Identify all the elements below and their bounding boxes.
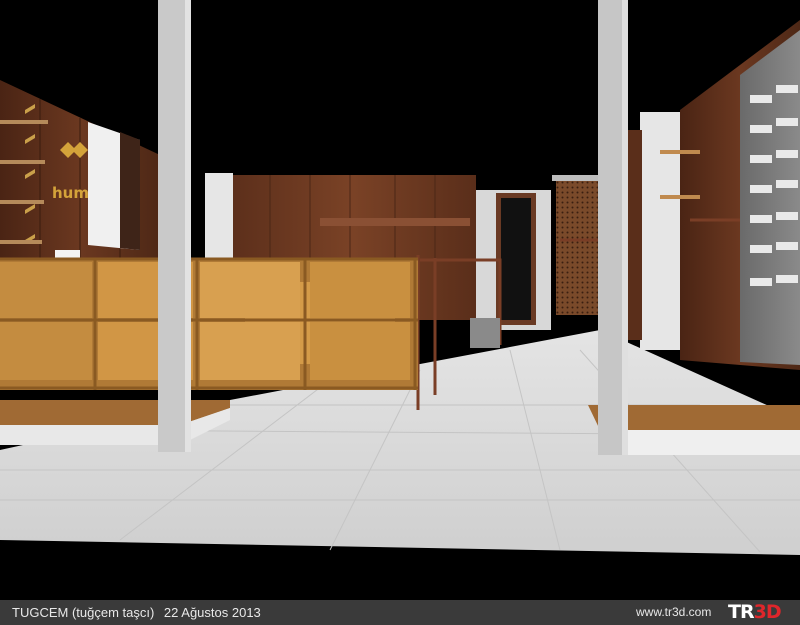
right-column-trim [628, 130, 642, 340]
render-date: 22 Ağustos 2013 [163, 605, 261, 620]
right-platform-base [600, 430, 800, 455]
site-url[interactable]: www.tr3d.com [636, 600, 711, 625]
perforated-panel-top [552, 175, 602, 181]
logo-tr-text: TR [728, 601, 755, 623]
back-wall-rail [320, 218, 470, 226]
left-block-grille [120, 132, 140, 250]
right-grey-wall [740, 30, 800, 365]
store-interior-illustration: hummel [0, 0, 800, 555]
right-white-column [640, 112, 680, 350]
tr3d-logo: TR3D [728, 601, 782, 623]
rack-box [470, 318, 500, 348]
back-doorway-opening [501, 198, 531, 320]
store-render-scene: hummel [0, 0, 800, 600]
wood-shelving-unit [0, 257, 418, 390]
logo-3d-text: 3D [753, 601, 782, 623]
author-name: TUGCEM (tuğçem taşcı) [12, 605, 155, 620]
perforated-panel [556, 180, 600, 315]
pillar-left-highlight [185, 0, 191, 452]
caption-credits: TUGCEM (tuğçem taşcı) 22 Ağustos 2013 [12, 600, 267, 625]
pillar-right-highlight [622, 0, 628, 455]
render-caption-bar: TUGCEM (tuğçem taşcı) 22 Ağustos 2013 ww… [0, 600, 800, 625]
